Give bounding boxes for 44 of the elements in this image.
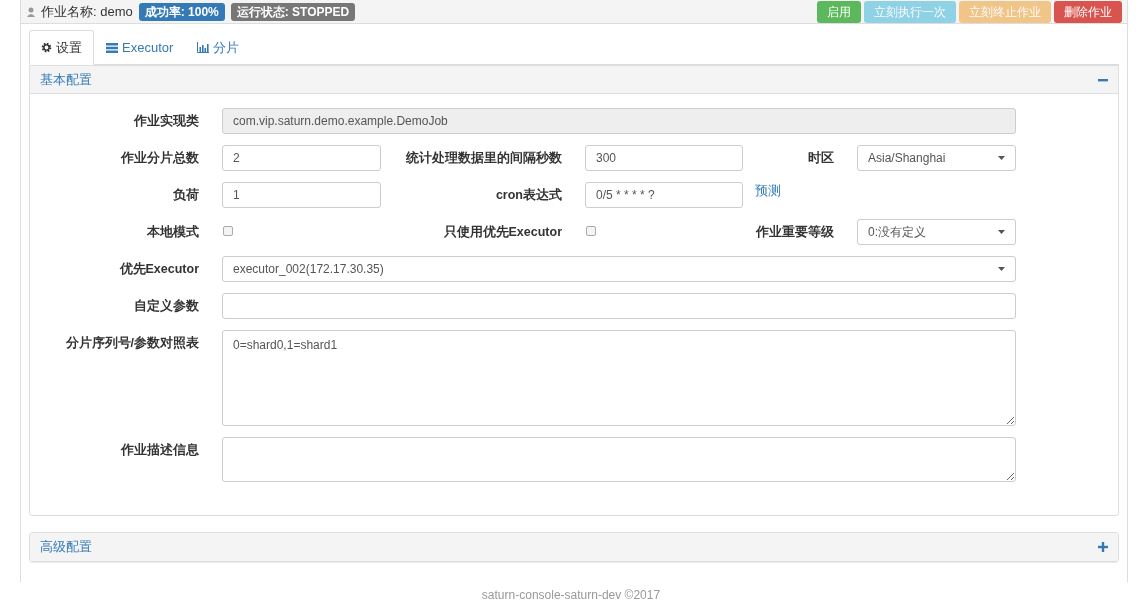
tab[interactable]: 设置 <box>29 30 94 65</box>
bar-chart-icon <box>197 42 210 53</box>
field-label: 负荷 <box>172 187 200 203</box>
tab[interactable]: Executor <box>94 30 186 65</box>
caret-icon <box>998 230 1005 234</box>
status-badge: 运行状态: STOPPED <box>230 2 356 21</box>
field-label: 时区 <box>807 150 835 166</box>
checkbox[interactable] <box>586 226 596 236</box>
footer-text: saturn-console-saturn-dev ©2017 <box>480 587 662 602</box>
person-icon <box>27 6 35 17</box>
status-badge: 成功率: 100% <box>138 2 225 21</box>
field-label: 作业实现类 <box>132 113 200 129</box>
field-label: 作业分片总数 <box>119 150 200 166</box>
dropdown[interactable]: Asia/Shanghai <box>857 145 1016 171</box>
action-button[interactable]: 删除作业 <box>1054 0 1122 23</box>
text-area[interactable] <box>222 437 1016 482</box>
field-label: 优先Executor <box>118 261 200 277</box>
field-label: 作业描述信息 <box>119 442 200 458</box>
field-label: 只使用优先Executor <box>442 224 563 240</box>
input-field[interactable]: 0/5 * * * * ? <box>585 182 743 208</box>
input-field[interactable]: 300 <box>585 145 743 171</box>
caret-icon <box>998 267 1005 271</box>
caret-icon <box>998 156 1005 160</box>
dropdown[interactable]: executor_002(172.17.30.35) <box>222 256 1016 282</box>
field-label: 自定义参数 <box>133 298 200 314</box>
field-label: 统计处理数据里的间隔秒数 <box>405 150 563 166</box>
text-area[interactable]: 0=shard0,1=shard1 <box>222 330 1016 426</box>
predict-link[interactable]: 预测 <box>743 179 793 203</box>
input-field[interactable] <box>222 293 1016 319</box>
dropdown[interactable]: 0:没有定义 <box>857 219 1016 245</box>
field-label: 作业重要等级 <box>754 224 835 240</box>
panel-title[interactable]: 基本配置 <box>40 69 92 90</box>
field-label: 分片序列号/参数对照表 <box>64 335 200 351</box>
gear-icon <box>41 42 52 53</box>
checkbox[interactable] <box>223 226 233 236</box>
input-field[interactable]: 2 <box>222 145 381 171</box>
tab[interactable]: 分片 <box>185 30 252 65</box>
readonly-field[interactable]: com.vip.saturn.demo.example.DemoJob <box>222 108 1016 134</box>
field-label: cron表达式 <box>494 187 563 203</box>
panel-title[interactable]: 高级配置 <box>40 537 92 557</box>
job-name-label: 作业名称: demo <box>41 3 133 20</box>
field-label: 本地模式 <box>146 224 200 240</box>
list-icon <box>106 42 118 53</box>
input-field[interactable]: 1 <box>222 182 381 208</box>
